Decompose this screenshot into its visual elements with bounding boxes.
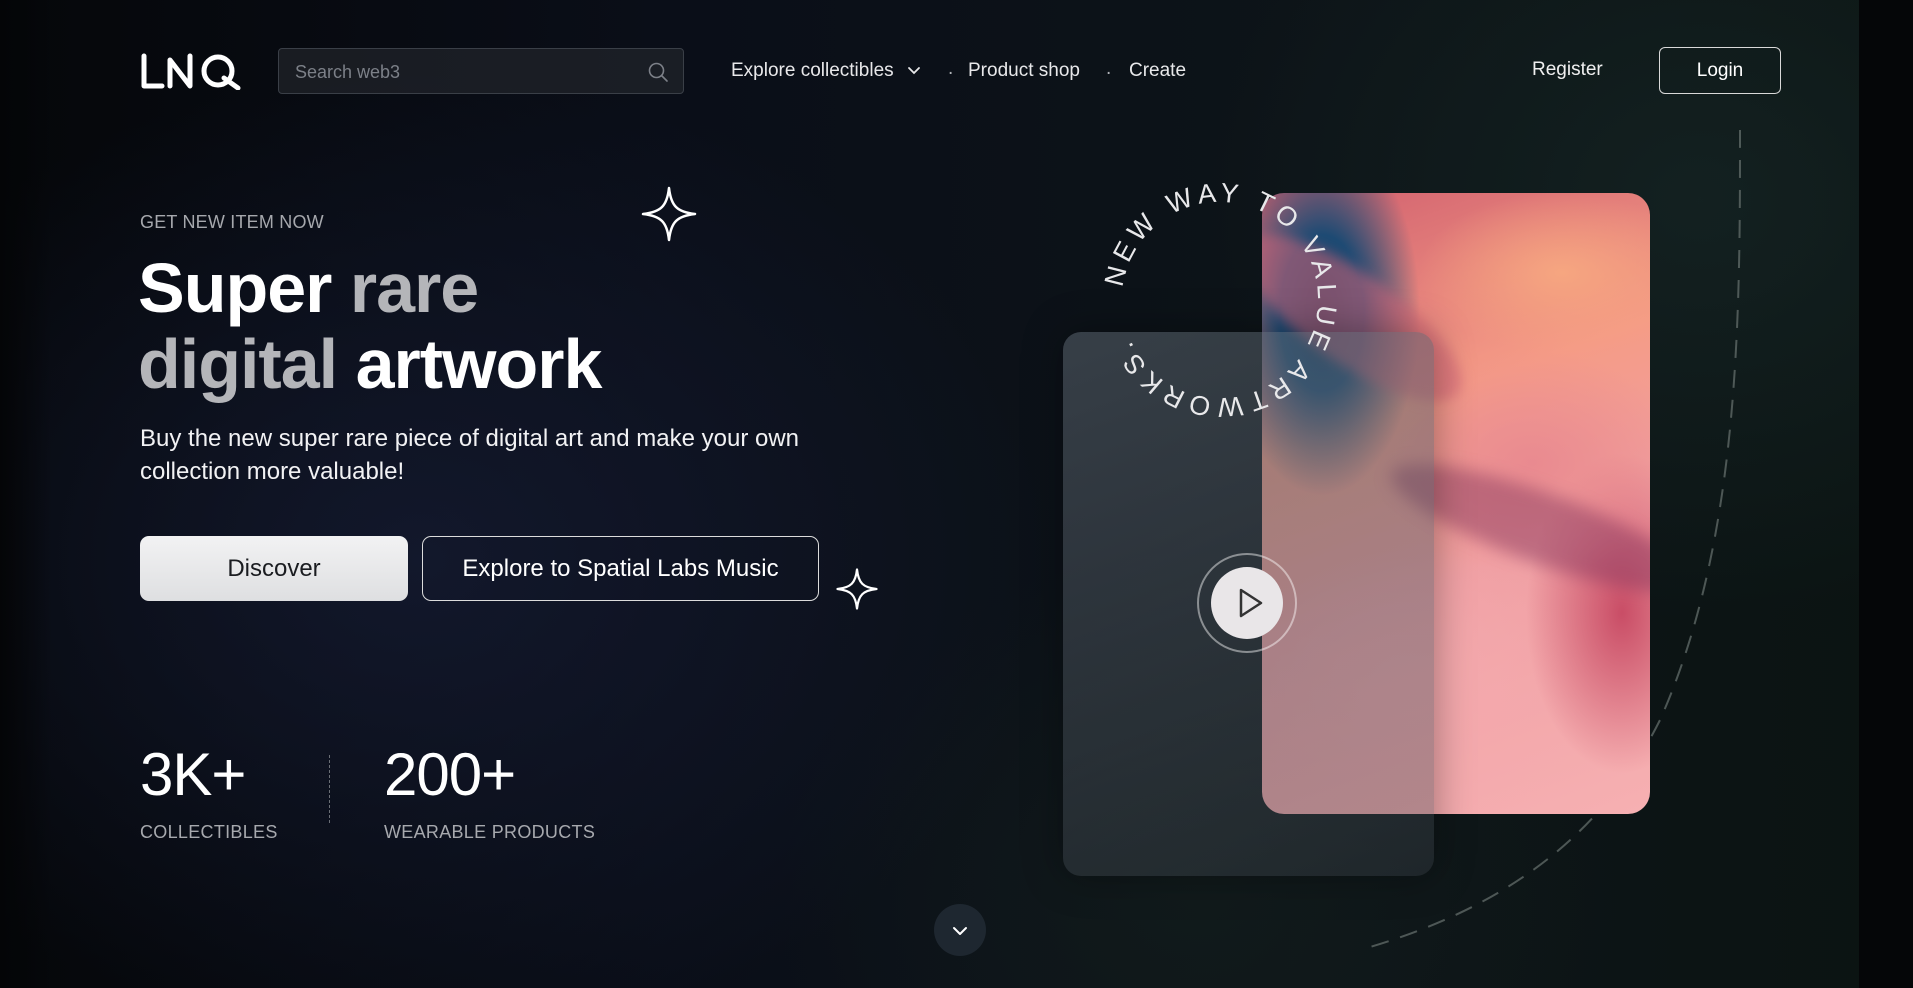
explore-spatial-labs-button[interactable]: Explore to Spatial Labs Music: [422, 536, 819, 601]
scroll-down-button[interactable]: [934, 904, 986, 956]
stat-wearables-label: WEARABLE PRODUCTS: [384, 822, 596, 842]
circle-text-path: NEW WAY TO VALUE ARTWORKS.: [1100, 180, 1337, 420]
nav-separator: .: [1106, 58, 1112, 79]
play-icon: [1239, 588, 1263, 618]
play-button[interactable]: [1197, 553, 1297, 653]
register-link[interactable]: Register: [1532, 59, 1603, 81]
nav-product-shop[interactable]: Product shop: [968, 60, 1080, 82]
stat-wearables-value: 200+: [384, 741, 516, 808]
headline-word: digital: [138, 325, 338, 403]
hero-eyebrow: GET NEW ITEM NOW: [140, 212, 324, 232]
headline-word: artwork: [355, 325, 603, 403]
rotating-circle-text: NEW WAY TO VALUE ARTWORKS.: [1100, 180, 1340, 420]
nav-separator: .: [948, 58, 954, 79]
sparkle-icon: [836, 568, 878, 610]
chevron-down-icon: [953, 927, 967, 935]
svg-text:NEW WAY TO VALUE ARTWORKS.: NEW WAY TO VALUE ARTWORKS.: [1100, 180, 1340, 420]
nav-explore-label: Explore collectibles: [731, 60, 894, 81]
stat-collectibles-value: 3K+: [140, 741, 246, 808]
left-vignette: [0, 0, 52, 988]
nav-create[interactable]: Create: [1129, 60, 1186, 82]
brand-logo[interactable]: [140, 52, 242, 90]
chevron-down-icon: [908, 67, 920, 75]
login-button[interactable]: Login: [1659, 47, 1781, 94]
discover-button[interactable]: Discover: [140, 536, 408, 601]
hero-headline: Super rare digital artwork: [138, 249, 603, 403]
headline-word: Super: [138, 249, 332, 327]
search-input[interactable]: [293, 49, 637, 95]
stats-divider: [329, 755, 330, 823]
right-edge: [1859, 0, 1913, 988]
search-box[interactable]: [278, 48, 684, 95]
search-icon[interactable]: [647, 61, 669, 83]
hero-subtitle: Buy the new super rare piece of digital …: [140, 425, 800, 485]
play-button-inner: [1211, 567, 1283, 639]
nav-explore-collectibles[interactable]: Explore collectibles: [731, 60, 921, 82]
stat-collectibles-label: COLLECTIBLES: [140, 822, 278, 842]
sparkle-icon: [641, 186, 697, 242]
headline-word: rare: [349, 249, 479, 327]
